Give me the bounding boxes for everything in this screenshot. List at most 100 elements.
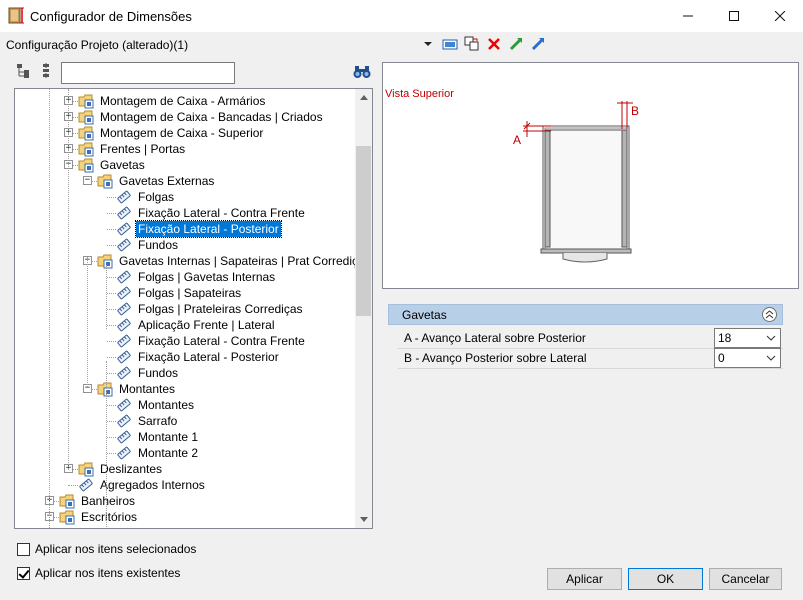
tree-item-label: Fixação Lateral - Contra Frente bbox=[138, 206, 305, 220]
collapse-all-icon[interactable] bbox=[38, 63, 54, 79]
tree-connector bbox=[49, 89, 50, 528]
apply-selected-label: Aplicar nos itens selecionados bbox=[35, 542, 197, 556]
delete-config-icon[interactable] bbox=[486, 36, 502, 52]
tree-item[interactable]: Fixação Lateral - Posterior bbox=[15, 349, 355, 365]
tree-item[interactable]: + Deslizantes bbox=[15, 461, 355, 477]
tree-connector bbox=[68, 485, 78, 486]
cancel-button[interactable]: Cancelar bbox=[709, 568, 782, 590]
property-group-header[interactable]: Gavetas bbox=[388, 304, 783, 325]
folder-gear-icon bbox=[97, 174, 113, 189]
minimize-button[interactable] bbox=[665, 0, 711, 32]
tree-item[interactable]: + Montagem de Caixa - Bancadas | Criados bbox=[15, 109, 355, 125]
apply-button[interactable]: Aplicar bbox=[547, 568, 622, 590]
collapse-icon[interactable]: − bbox=[83, 176, 92, 185]
tree-item-label: Folgas | Prateleiras Corrediças bbox=[138, 302, 303, 316]
tree-item[interactable]: Fundos bbox=[15, 237, 355, 253]
tree-item[interactable]: Sarrafo bbox=[15, 413, 355, 429]
maximize-button[interactable] bbox=[711, 0, 757, 32]
binoculars-icon[interactable] bbox=[353, 65, 371, 79]
tree-item[interactable]: + Montagem de Caixa - Armários bbox=[15, 93, 355, 109]
dropdown-arrow-icon[interactable] bbox=[420, 36, 436, 52]
tape-measure-icon bbox=[117, 222, 131, 236]
property-label: B - Avanço Posterior sobre Lateral bbox=[404, 351, 587, 365]
config-toolbar bbox=[420, 35, 546, 53]
ok-button[interactable]: OK bbox=[628, 568, 703, 590]
tree-item[interactable]: Montante 2 bbox=[15, 445, 355, 461]
apply-existing-option[interactable]: Aplicar nos itens existentes bbox=[17, 565, 180, 581]
tree-item-label: Folgas | Gavetas Internas bbox=[138, 270, 276, 284]
tree-item[interactable]: + Frentes | Portas bbox=[15, 141, 355, 157]
tree-item-label: Gavetas Internas | Sapateiras | Prat Cor… bbox=[119, 254, 356, 268]
tree-item-label: Folgas bbox=[138, 190, 175, 204]
tree-item[interactable]: Agregados Internos bbox=[15, 477, 355, 493]
tree-item[interactable]: + Banheiros bbox=[15, 493, 355, 509]
save-config-icon[interactable] bbox=[442, 36, 458, 52]
tape-measure-icon bbox=[117, 334, 131, 348]
tree-connector bbox=[106, 361, 107, 489]
tree-item[interactable]: Fixação Lateral - Contra Frente bbox=[15, 333, 355, 349]
property-group-title: Gavetas bbox=[402, 308, 447, 322]
tape-measure-icon bbox=[117, 430, 131, 444]
property-value-select[interactable]: 18 bbox=[714, 328, 781, 348]
tree-connector bbox=[68, 89, 69, 469]
tree-connector bbox=[107, 437, 116, 438]
tree-item[interactable]: − Gavetas Internas | Sapateiras | Prat Co… bbox=[15, 253, 356, 269]
expand-all-icon[interactable] bbox=[16, 63, 32, 79]
tape-measure-icon bbox=[117, 190, 131, 204]
folder-gear-icon bbox=[78, 94, 94, 109]
tape-measure-icon bbox=[117, 286, 131, 300]
tree-connector bbox=[107, 325, 116, 326]
tree-view[interactable]: + Montagem de Caixa - Armários + Montagem d… bbox=[14, 88, 373, 529]
import-config-icon[interactable] bbox=[508, 36, 524, 52]
tree-item[interactable]: Folgas bbox=[15, 189, 355, 205]
scroll-down-icon[interactable] bbox=[355, 511, 372, 528]
tree-connector bbox=[107, 453, 116, 454]
title-bar: Configurador de Dimensões bbox=[0, 0, 803, 32]
scroll-thumb[interactable] bbox=[356, 146, 371, 316]
tree-item[interactable]: Folgas | Sapateiras bbox=[15, 285, 355, 301]
close-button[interactable] bbox=[757, 0, 803, 32]
apply-existing-checkbox[interactable] bbox=[17, 566, 30, 580]
preview-panel: Vista Superior A B bbox=[382, 62, 799, 289]
tree-connector bbox=[107, 229, 116, 230]
tree-item[interactable]: + Montagem de Caixa - Superior bbox=[15, 125, 355, 141]
folder-gear-icon bbox=[97, 254, 113, 269]
tree-item[interactable]: Fundos bbox=[15, 365, 355, 381]
tree-search-input[interactable] bbox=[61, 62, 235, 84]
collapse-group-icon[interactable] bbox=[762, 307, 777, 322]
tree-item-label: Montante 2 bbox=[138, 446, 199, 460]
tree-item[interactable]: − Montantes bbox=[15, 381, 355, 397]
copy-config-icon[interactable] bbox=[464, 36, 480, 52]
export-config-icon[interactable] bbox=[530, 36, 546, 52]
tree-item-label: Sarrafo bbox=[138, 414, 178, 428]
tree-item[interactable]: Aplicação Frente | Lateral bbox=[15, 317, 355, 333]
apply-selected-checkbox[interactable] bbox=[17, 542, 30, 556]
tree-item[interactable]: Montantes bbox=[15, 397, 355, 413]
folder-gear-icon bbox=[78, 158, 94, 173]
tree-connector bbox=[107, 309, 116, 310]
tree-item[interactable]: − Gavetas Externas bbox=[15, 173, 355, 189]
tree-connector bbox=[107, 293, 116, 294]
apply-selected-option[interactable]: Aplicar nos itens selecionados bbox=[17, 541, 196, 557]
tree-connector bbox=[106, 265, 107, 329]
folder-gear-icon bbox=[59, 510, 75, 525]
tree-item[interactable]: Fixação Lateral - Contra Frente bbox=[15, 205, 355, 221]
tree-item-label: Escritórios bbox=[81, 510, 138, 524]
tree-item-label: Fixação Lateral - Posterior bbox=[135, 220, 282, 238]
tree-item[interactable]: − Escritórios bbox=[15, 509, 355, 525]
tree-item-label: Montagem de Caixa - Armários bbox=[100, 94, 266, 108]
tree-vertical-scrollbar[interactable] bbox=[355, 89, 372, 528]
folder-gear-icon bbox=[78, 110, 94, 125]
tree-item[interactable]: Fixação Lateral - Posterior bbox=[15, 220, 355, 238]
tree-item-label: Deslizantes bbox=[100, 462, 163, 476]
tree-item[interactable]: Folgas | Prateleiras Corrediças bbox=[15, 301, 355, 317]
tape-measure-icon bbox=[117, 398, 131, 412]
property-value-select[interactable]: 0 bbox=[714, 348, 781, 368]
scroll-up-icon[interactable] bbox=[355, 89, 372, 106]
tree-item[interactable]: Montante 1 bbox=[15, 429, 355, 445]
tape-measure-icon bbox=[117, 446, 131, 460]
tree-item-label: Gavetas bbox=[100, 158, 145, 172]
tape-measure-icon bbox=[117, 318, 131, 332]
tree-item[interactable]: − Gavetas bbox=[15, 157, 355, 173]
tree-item[interactable]: Folgas | Gavetas Internas bbox=[15, 269, 355, 285]
